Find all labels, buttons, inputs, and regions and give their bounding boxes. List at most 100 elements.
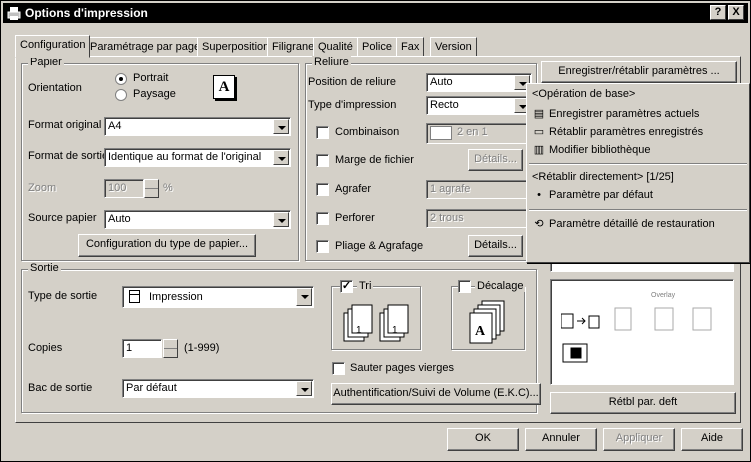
offset-label: Décalage xyxy=(475,280,526,292)
library-icon: ▥ xyxy=(533,144,545,156)
print-options-dialog: Options d'impression ? X Configuration P… xyxy=(0,0,751,462)
close-button[interactable]: X xyxy=(728,5,744,20)
menu-basic-header: <Opération de base> xyxy=(532,88,636,100)
copies-spinner[interactable] xyxy=(163,339,178,358)
landscape-radio[interactable] xyxy=(115,89,127,101)
collate-icon: 11 xyxy=(343,304,409,342)
chevron-down-icon[interactable] xyxy=(273,212,289,227)
sort-label: Tri xyxy=(357,280,374,292)
fold-details-button[interactable]: Détails... xyxy=(468,235,523,257)
paper-type-button[interactable]: Configuration du type de papier... xyxy=(78,234,256,257)
offset-stack-icon: A xyxy=(469,300,505,344)
offset-checkbox[interactable] xyxy=(458,280,471,293)
output-tray-select[interactable]: Par défaut xyxy=(122,379,314,398)
fold-checkbox[interactable] xyxy=(316,240,329,253)
menu-edit-library[interactable]: ▥ Modifier bibliothèque xyxy=(532,143,651,156)
sort-checkbox[interactable]: ✓ xyxy=(340,280,353,293)
tab-overlay[interactable]: Superposition xyxy=(197,37,275,57)
menu-separator xyxy=(529,209,747,211)
format-original-select[interactable]: A4 xyxy=(104,117,291,136)
window-title: Options d'impression xyxy=(25,6,148,20)
margin-details-button[interactable]: Détails... xyxy=(468,149,523,171)
orientation-label: Orientation xyxy=(28,82,82,94)
tab-version[interactable]: Version xyxy=(430,37,477,57)
source-label: Source papier xyxy=(28,212,97,224)
binding-position-select[interactable]: Auto xyxy=(426,73,532,92)
title-bar: Options d'impression ? X xyxy=(3,3,748,23)
print-type-select[interactable]: Recto xyxy=(426,96,532,115)
format-sortie-label: Format de sortie xyxy=(28,150,109,162)
restore-default-button[interactable]: Rétbl par. deft xyxy=(550,392,736,414)
document-icon xyxy=(129,290,140,303)
binding-group-label: Reliure xyxy=(312,56,351,68)
svg-text:1: 1 xyxy=(356,325,362,336)
margin-label: Marge de fichier xyxy=(335,154,414,166)
menu-direct-header: <Rétablir directement> [1/25] xyxy=(532,171,674,183)
binding-group: Reliure Position de reliure Auto Type d'… xyxy=(305,56,537,261)
chevron-down-icon[interactable] xyxy=(273,119,289,134)
svg-text:A: A xyxy=(475,324,486,339)
apply-button[interactable]: Appliquer xyxy=(603,428,675,451)
chevron-down-icon[interactable] xyxy=(273,150,289,165)
help-button[interactable]: Aide xyxy=(681,428,743,451)
skip-blank-label: Sauter pages vierges xyxy=(350,362,454,374)
zoom-input[interactable]: 100 xyxy=(104,179,144,198)
punch-select[interactable]: 2 trous xyxy=(426,209,532,228)
zoom-spinner[interactable] xyxy=(144,179,159,198)
staple-select[interactable]: 1 agrafe xyxy=(426,180,532,199)
staple-label: Agrafer xyxy=(335,183,372,195)
tab-page-settings[interactable]: Paramétrage par page xyxy=(85,37,206,57)
margin-checkbox[interactable] xyxy=(316,154,329,167)
skip-blank-checkbox[interactable] xyxy=(332,362,345,375)
copies-range: (1-999) xyxy=(184,342,220,354)
menu-separator xyxy=(529,163,747,165)
auth-volume-button[interactable]: Authentification/Suivi de Volume (E.K.C)… xyxy=(331,383,541,405)
ok-button[interactable]: OK xyxy=(447,428,519,451)
punch-label: Perforer xyxy=(335,212,375,224)
portrait-radio[interactable] xyxy=(115,73,127,85)
chevron-down-icon[interactable] xyxy=(296,381,312,396)
tab-font[interactable]: Police xyxy=(357,37,397,57)
svg-text:1: 1 xyxy=(392,325,398,336)
combine-preview-icon xyxy=(430,126,452,140)
menu-detailed-restore[interactable]: ⟲ Paramètre détaillé de restauration xyxy=(532,217,714,230)
save-icon: ▤ xyxy=(533,108,545,120)
combine-select[interactable]: 2 en 1 xyxy=(426,123,532,144)
tab-configuration[interactable]: Configuration xyxy=(15,35,91,58)
save-restore-menu: <Opération de base> ▤ Enregistrer paramèt… xyxy=(526,83,750,263)
copies-input[interactable]: 1 xyxy=(122,339,162,358)
zoom-unit: % xyxy=(163,182,173,194)
output-group: Sortie Type de sortie Impression Copies … xyxy=(21,262,541,413)
save-restore-button[interactable]: Enregistrer/rétablir paramètres ... xyxy=(541,61,737,83)
fold-label: Pliage & Agrafage xyxy=(335,240,424,252)
menu-default-param[interactable]: • Paramètre par défaut xyxy=(532,189,653,201)
print-type-label: Type d'impression xyxy=(308,99,397,111)
cancel-button[interactable]: Annuler xyxy=(525,428,597,451)
zoom-label: Zoom xyxy=(28,182,57,194)
output-preview-panel: Overlay xyxy=(550,279,734,385)
staple-checkbox[interactable] xyxy=(316,183,329,196)
source-select[interactable]: Auto xyxy=(104,210,291,229)
printer-icon xyxy=(7,7,21,20)
help-title-button[interactable]: ? xyxy=(710,5,726,20)
output-tray-label: Bac de sortie xyxy=(28,382,93,394)
sort-frame: ✓ Tri 11 xyxy=(331,280,421,350)
copies-label: Copies xyxy=(28,342,63,354)
folder-open-icon: ▭ xyxy=(533,126,545,138)
menu-save-current[interactable]: ▤ Enregistrer paramètres actuels xyxy=(532,107,700,120)
format-sortie-select[interactable]: Identique au format de l'original xyxy=(104,148,291,167)
offset-frame: Décalage A xyxy=(451,280,526,350)
tab-quality[interactable]: Qualité xyxy=(313,37,358,57)
chevron-down-icon[interactable] xyxy=(296,288,312,306)
portrait-label: Portrait xyxy=(133,72,169,84)
combine-checkbox[interactable] xyxy=(316,126,329,139)
menu-restore-saved[interactable]: ▭ Rétablir paramètres enregistrés xyxy=(532,125,703,138)
output-type-label: Type de sortie xyxy=(28,290,98,302)
tab-watermark[interactable]: Filigrane xyxy=(267,37,320,57)
output-type-select[interactable]: Impression xyxy=(122,286,314,308)
tab-fax[interactable]: Fax xyxy=(396,37,425,57)
output-group-label: Sortie xyxy=(28,262,61,274)
punch-checkbox[interactable] xyxy=(316,212,329,225)
restore-icon: ⟲ xyxy=(534,218,544,230)
overlay-caption: Overlay xyxy=(651,292,676,299)
